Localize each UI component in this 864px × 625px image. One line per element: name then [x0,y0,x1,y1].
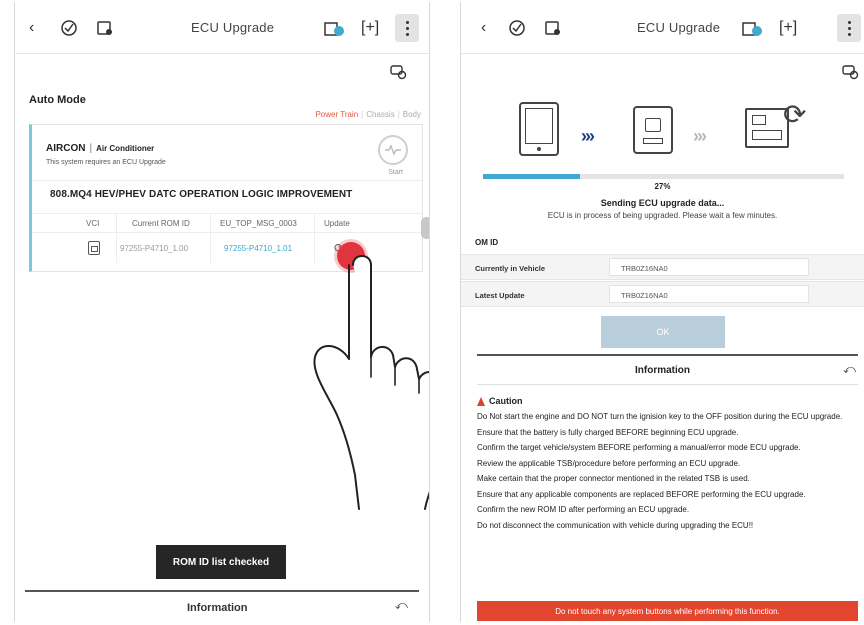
system-name: AIRCON | Air Conditioner [46,143,155,154]
upgrade-flow-illustration: ››› ››› ⟳ [461,98,864,168]
divider [477,354,858,356]
upgrade-arrow-icon: ⟳ [783,99,807,130]
chevrons-pending-icon: ››› [693,126,707,146]
vehicle-info-icon[interactable] [543,16,563,40]
ok-button[interactable]: OK [601,316,725,348]
col-current-rom: Current ROM ID [132,218,190,228]
tab-power-train[interactable]: Power Train [315,110,358,119]
caution-item: Ensure that any applicable components ar… [477,489,806,499]
caution-item: Confirm the target vehicle/system BEFORE… [477,443,801,452]
vci-icon [88,233,100,263]
vci-device-icon[interactable] [741,16,763,40]
back-icon[interactable]: ‹ [29,16,34,40]
caution-heading: Caution [477,396,523,406]
progress-fill [483,174,581,179]
rom-label: Latest Update [475,291,525,300]
caution-item: Do Not start the engine and DO NOT turn … [477,412,843,421]
auto-mode-heading: Auto Mode [29,94,86,106]
expand-icon[interactable]: ⤺ [843,362,856,377]
rom-label: Currently in Vehicle [475,264,546,273]
rom-value: TRB0Z16NA0 [621,264,668,273]
vehicle-info-icon[interactable] [95,16,115,40]
alert-banner: Do not touch any system buttons while pe… [477,601,858,621]
divider [477,384,858,385]
system-note: This system requires an ECU Upgrade [46,159,166,166]
top-bar: ‹ ECU Upgrade [+] [15,2,429,54]
start-label: Start [388,169,403,176]
col-update: Update [324,218,350,228]
expand-icon[interactable]: ⤺ [395,598,408,613]
chevrons-active-icon: ››› [581,126,595,146]
divider [25,590,419,592]
vehicle-status-icon[interactable] [841,62,859,83]
fullscreen-icon[interactable]: [+] [779,16,797,40]
rom-id-heading: OM ID [475,238,499,247]
progress-bar [483,174,844,179]
current-rom-id: 97255-P4710_1.00 [120,243,189,253]
divider [32,180,422,181]
tab-body[interactable]: Body [403,110,421,119]
warning-icon [477,396,485,406]
new-rom-id[interactable]: 97255-P4710_1.01 [224,233,292,263]
caution-item: Make certain that the proper connector m… [477,474,750,483]
caution-item: Do not disconnect the communication with… [477,520,754,530]
rom-row-latest: Latest Update TRB0Z16NA0 [461,281,864,307]
category-tabs: Power Train | Chassis | Body [315,110,421,119]
back-icon[interactable]: ‹ [481,16,486,40]
rom-value: TRB0Z16NA0 [621,291,668,300]
caution-item: Ensure that the battery is fully charged… [477,427,739,437]
vci-device-icon[interactable] [323,16,345,40]
hand-pointer-icon [313,255,429,510]
status-sub: ECU is in process of being upgraded. Ple… [547,211,778,220]
information-heading: Information [635,365,690,376]
rom-row-current: Currently in Vehicle TRB0Z16NA0 [461,254,864,280]
tab-chassis[interactable]: Chassis [366,110,394,119]
table-header: VCI Current ROM ID EU_TOP_MSG_0003 Updat… [32,213,422,233]
caution-item: Confirm the new ROM ID after performing … [477,505,690,514]
more-menu-button[interactable] [395,14,419,42]
scroll-handle[interactable] [421,217,429,239]
caution-item: Review the applicable TSB/procedure befo… [477,458,741,468]
col-eu-top-msg: EU_TOP_MSG_0003 [220,218,297,228]
status-main: Sending ECU upgrade data... [600,198,725,208]
right-screen: ‹ ECU Upgrade [+] ››› ››› ⟳ 27% Sending … [460,2,864,622]
col-vci: VCI [86,218,100,228]
page-title: ECU Upgrade [191,20,275,35]
diagnostic-icon[interactable] [507,16,527,40]
progress-percent: 27% [654,182,671,191]
caution-list: Do Not start the engine and DO NOT turn … [477,412,854,536]
page-title: ECU Upgrade [637,20,721,35]
information-heading: Information [187,602,248,614]
upgrade-title: 808.MQ4 HEV/PHEV DATC OPERATION LOGIC IM… [50,189,353,200]
fullscreen-icon[interactable]: [+] [361,16,379,40]
top-bar: ‹ ECU Upgrade [+] [461,2,864,54]
tablet-icon [519,102,559,156]
more-menu-button[interactable] [837,14,861,42]
left-screen: ‹ ECU Upgrade [+] Auto Mode Power Train |… [14,2,430,622]
start-button[interactable] [378,135,408,165]
diagnostic-icon[interactable] [59,16,79,40]
vci-device-icon [633,106,673,154]
rom-id-checked-button[interactable]: ROM ID list checked [156,545,286,579]
vehicle-status-icon[interactable] [389,62,407,83]
